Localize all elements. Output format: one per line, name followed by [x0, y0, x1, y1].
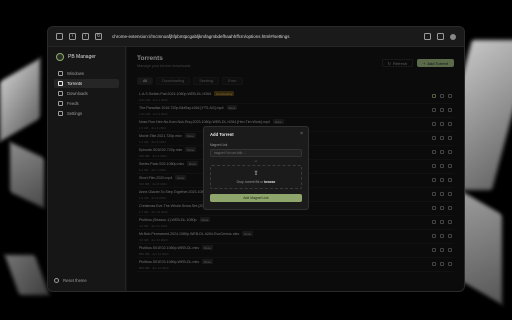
sidebar-item-label: Torrents [67, 81, 83, 86]
add-torrent-modal: Add Torrent × Magnet Link magnet:?xt=urn… [203, 126, 309, 210]
sidebar-item-settings[interactable]: Settings [54, 109, 119, 118]
sidebar-item-label: Windows [67, 71, 84, 76]
sidebar: PB Manager Windows Torrents Downloads Feeds… [48, 47, 126, 291]
magnet-link-label: Magnet Link [210, 143, 228, 147]
sidebar-item-torrents[interactable]: Torrents [54, 79, 119, 88]
sidebar-item-windows[interactable]: Windows [54, 69, 119, 78]
windows-icon [58, 71, 63, 76]
upload-icon: ⇧ [253, 170, 259, 177]
downloads-icon [58, 91, 63, 96]
forward-icon[interactable]: › [82, 33, 89, 40]
browse-link[interactable]: browse [264, 180, 275, 184]
or-divider: or [254, 159, 258, 163]
background-shape [4, 255, 50, 295]
download-icon[interactable] [437, 33, 444, 40]
reset-theme-button[interactable]: Reset theme [54, 278, 87, 283]
background-shape [0, 58, 40, 142]
background-shape [10, 142, 44, 208]
magnet-link-input[interactable]: magnet:?xt=urn:btih:... [210, 149, 302, 157]
profile-avatar[interactable] [450, 33, 456, 40]
browser-toolbar: ‹ › ↻ chrome-extension://mcmnoafjhfpbmtp… [48, 27, 464, 47]
settings-icon [58, 111, 63, 116]
torrents-icon [58, 81, 63, 86]
logo-icon [56, 53, 64, 61]
modal-title: Add Torrent [210, 132, 234, 137]
add-magnet-button[interactable]: Add Magnet Link [210, 194, 302, 202]
extension-icon[interactable] [424, 33, 431, 40]
sidebar-item-label: Settings [67, 111, 83, 116]
brand: PB Manager [54, 53, 119, 61]
drop-text: Drop .torrent file or [236, 179, 264, 184]
feeds-icon [58, 101, 63, 106]
dropzone-text: Drop .torrent file or browse [237, 180, 276, 184]
torrent-dropzone[interactable]: ⇧ Drop .torrent file or browse [210, 165, 302, 189]
back-icon[interactable]: ‹ [69, 33, 76, 40]
sidebar-item-feeds[interactable]: Feeds [54, 99, 119, 108]
brand-name: PB Manager [68, 54, 96, 60]
sidebar-toggle-icon[interactable] [56, 33, 63, 40]
close-icon[interactable]: × [300, 131, 303, 137]
sidebar-item-label: Feeds [67, 101, 79, 106]
sidebar-item-label: Downloads [67, 91, 88, 96]
reload-icon[interactable]: ↻ [95, 33, 102, 40]
reset-theme-label: Reset theme [63, 278, 87, 283]
sidebar-item-downloads[interactable]: Downloads [54, 89, 119, 98]
url-bar[interactable]: chrome-extension://mcmnoafjhfpbmtpcgablj… [108, 34, 418, 39]
theme-icon [54, 278, 59, 283]
